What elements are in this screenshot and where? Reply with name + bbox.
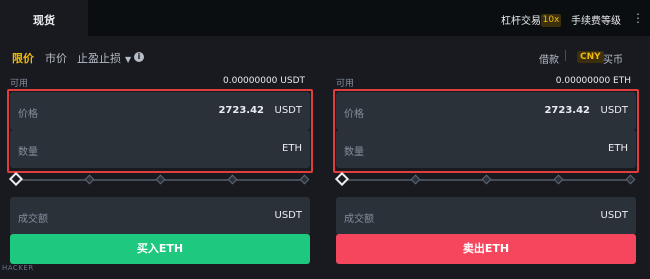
buy-coin-link[interactable]: 买币 <box>603 51 623 66</box>
borrow-link[interactable]: 借款 <box>539 51 559 66</box>
tab-limit[interactable]: 限价 <box>12 50 34 66</box>
tab-stop-limit[interactable]: 止盈止损 ▼ <box>77 50 131 66</box>
slider-tick-25[interactable] <box>410 174 421 185</box>
sell-highlight-box <box>333 89 639 173</box>
margin-trading-link[interactable]: 杠杆交易 <box>501 12 541 27</box>
info-icon[interactable]: i <box>134 52 144 62</box>
slider-tick-75[interactable] <box>553 174 564 185</box>
buy-available-value: 0.00000000 USDT <box>223 76 305 86</box>
buy-percent-slider[interactable] <box>8 171 310 188</box>
sell-available-value: 0.00000000 ETH <box>555 76 631 86</box>
sell-total-label: 成交额 <box>344 214 374 225</box>
sell-available-label: 可用 <box>336 79 355 89</box>
slider-tick-25[interactable] <box>84 174 95 185</box>
sell-total-unit: USDT <box>600 210 628 221</box>
fee-level-link[interactable]: 手续费等级 <box>571 12 621 27</box>
buy-eth-button[interactable]: 买入ETH <box>10 234 310 264</box>
chevron-down-icon: ▼ <box>125 55 132 64</box>
slider-handle[interactable] <box>334 171 350 187</box>
tab-underline <box>0 34 88 36</box>
leverage-badge: 10x <box>541 14 561 27</box>
slider-tick-100[interactable] <box>299 174 310 185</box>
top-bar: 现货 杠杆交易 10x 手续费等级 ⋮ <box>0 0 650 36</box>
tab-stop-limit-label: 止盈止损 <box>77 52 121 65</box>
slider-tick-75[interactable] <box>227 174 238 185</box>
buy-total-field[interactable]: 成交额 USDT <box>10 197 310 235</box>
buy-available-label: 可用 <box>10 79 29 89</box>
buy-highlight-box <box>7 89 313 173</box>
tab-market[interactable]: 市价 <box>45 50 67 66</box>
slider-tick-50[interactable] <box>155 174 166 185</box>
sell-percent-slider[interactable] <box>334 171 636 188</box>
divider <box>565 50 566 61</box>
buy-available-row: 可用 0.00000000 USDT <box>10 76 310 90</box>
buy-total-unit: USDT <box>274 210 302 221</box>
sell-eth-button[interactable]: 卖出ETH <box>336 234 636 264</box>
tab-spot-label: 现货 <box>33 14 55 27</box>
slider-handle[interactable] <box>8 171 24 187</box>
tab-spot[interactable]: 现货 <box>0 0 88 36</box>
buy-total-label: 成交额 <box>18 214 48 225</box>
sell-available-row: 可用 0.00000000 ETH <box>336 76 636 90</box>
currency-badge[interactable]: CNY <box>577 51 604 63</box>
kebab-icon[interactable]: ⋮ <box>632 11 644 25</box>
watermark-text: HACKER <box>2 264 34 272</box>
slider-tick-50[interactable] <box>481 174 492 185</box>
sell-total-field[interactable]: 成交额 USDT <box>336 197 636 235</box>
slider-tick-100[interactable] <box>625 174 636 185</box>
